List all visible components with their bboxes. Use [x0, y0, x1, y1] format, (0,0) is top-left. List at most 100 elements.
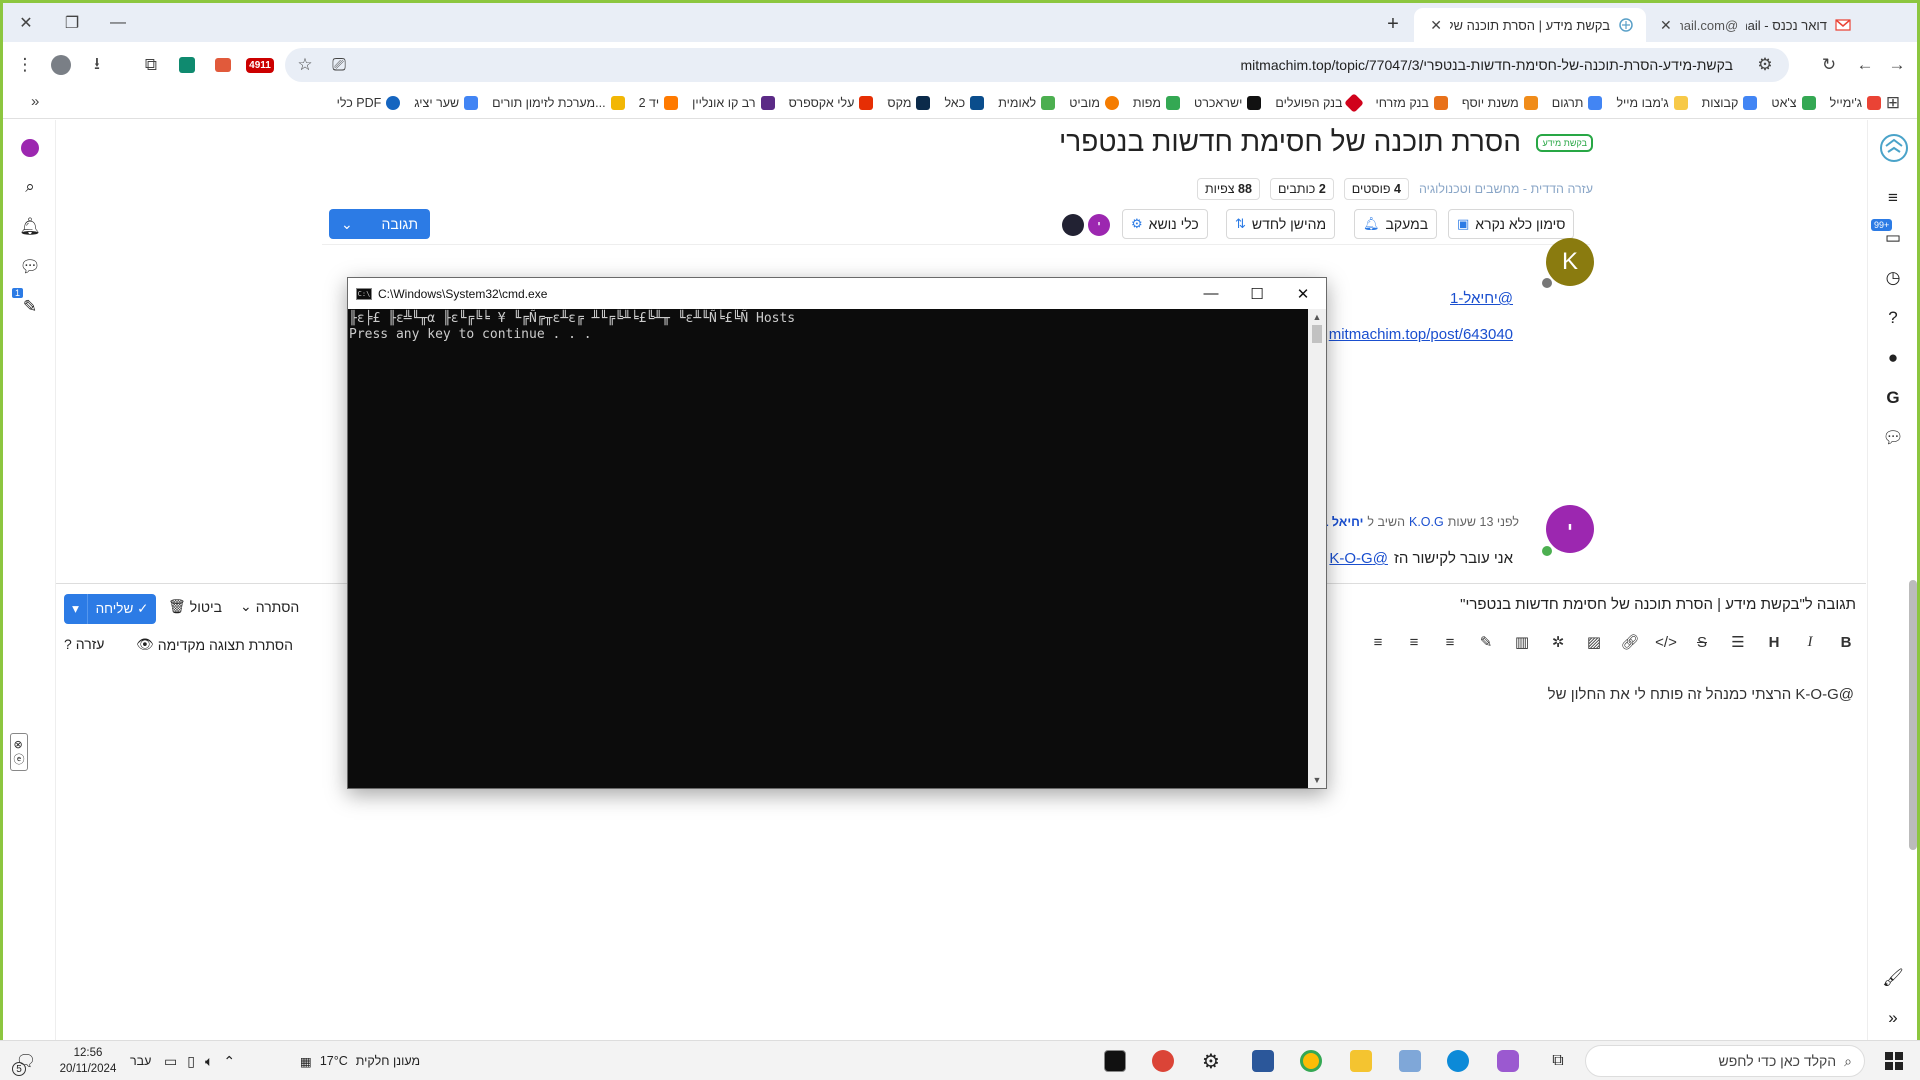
bookmark-star-icon[interactable]: ☆	[291, 51, 319, 79]
battery-icon[interactable]: ▯	[187, 1053, 195, 1070]
mark-unread-button[interactable]: ▣ סימון כלא נקרא	[1448, 209, 1575, 239]
cmd-title-bar[interactable]: C:\ C:\Windows\System32\cmd.exe — ☐ ✕	[348, 278, 1326, 309]
taskbar-word[interactable]	[1243, 1045, 1283, 1077]
send-button[interactable]: ✓ שליחה ▾	[64, 594, 156, 624]
close-tab-icon[interactable]: ✕	[1660, 17, 1672, 34]
weather-widget[interactable]: ▦ 17°C מעונן חלקית	[300, 1041, 420, 1080]
minimize-icon[interactable]: —	[1188, 278, 1234, 309]
close-icon[interactable]: ✕	[1280, 278, 1326, 309]
reply-button[interactable]: ⌄ תגובה	[329, 209, 430, 239]
tab-gmail[interactable]: דואר נכנס - Gmail @gmail.com ✕	[1648, 8, 1863, 42]
emoji-icon[interactable]: ✲	[1548, 632, 1568, 652]
site-logo-icon[interactable]	[1878, 132, 1910, 164]
bookmark-mizrahi[interactable]: בנק מזרחי	[1375, 96, 1448, 110]
post-author-name[interactable]: יחיאל 1	[1321, 515, 1363, 529]
participant-avatar[interactable]: י	[1088, 214, 1110, 236]
mention-link[interactable]: @יחיאל-1	[1450, 290, 1513, 307]
clock-icon[interactable]: ◷	[1881, 266, 1905, 290]
category-link[interactable]: עזרה הדדית - מחשבים וטכנולוגיה	[1419, 182, 1593, 196]
bookmark-isracard[interactable]: ישראכרט	[1194, 96, 1262, 110]
page-scrollbar[interactable]	[1909, 580, 1917, 850]
cmd-window[interactable]: C:\ C:\Windows\System32\cmd.exe — ☐ ✕ ╟ε…	[347, 277, 1327, 789]
comments-icon[interactable]: 💬︎	[1881, 426, 1905, 450]
lang-indicator[interactable]: עבר	[130, 1041, 151, 1080]
bookmark-chat[interactable]: צ'אט	[1771, 96, 1816, 110]
post-author-avatar[interactable]: י	[1546, 505, 1594, 553]
bookmark-aliexpress[interactable]: עלי אקספרס	[789, 96, 874, 110]
help-icon[interactable]: ?	[1881, 306, 1905, 330]
bookmark-leumit[interactable]: לאומית	[998, 96, 1056, 110]
list-icon[interactable]: ☰	[1728, 632, 1748, 652]
bookmark-maps[interactable]: מפות	[1133, 96, 1181, 110]
minimize-window-button[interactable]: —	[95, 3, 141, 42]
task-view-icon[interactable]: ⧉	[1538, 1045, 1578, 1077]
address-bar[interactable]: ☆ ⎚ mitmachim.top/topic/77047/3/בקשת-מיד…	[285, 48, 1789, 82]
participant-avatar[interactable]	[1062, 214, 1084, 236]
close-tab-icon[interactable]: ✕	[1430, 17, 1442, 34]
new-tab-button[interactable]: +	[1381, 12, 1405, 36]
volume-icon[interactable]: 🔈︎	[205, 1053, 213, 1070]
bookmark-yad2[interactable]: יד 2	[639, 96, 679, 110]
chevron-up-icon[interactable]: ⌃	[223, 1053, 235, 1070]
bookmark-max[interactable]: מקס	[887, 96, 931, 110]
hide-button[interactable]: ⌄ הסתרה	[240, 598, 299, 615]
pen-icon[interactable]: ✎	[1476, 632, 1496, 652]
hide-preview-button[interactable]: 👁︎ הסתרת תצוגה מקדימה	[136, 636, 293, 653]
post-author-avatar[interactable]: K	[1546, 238, 1594, 286]
brush-icon[interactable]: 🖌︎	[1881, 966, 1905, 990]
clock[interactable]: 12:56 20/11/2024	[58, 1045, 118, 1077]
profile-avatar[interactable]	[47, 51, 75, 79]
cast-icon[interactable]: ⎚	[325, 51, 353, 79]
search-icon[interactable]: ⌕	[18, 175, 42, 199]
chevron-down-icon[interactable]: ▾	[64, 594, 88, 624]
sort-button[interactable]: ⇅ מהישן לחדש	[1226, 209, 1336, 239]
taskbar-explorer[interactable]	[1341, 1045, 1381, 1077]
bookmark-rav-kav[interactable]: רב קו אונליין	[692, 96, 775, 110]
extension-tab-icon[interactable]	[209, 51, 237, 79]
bookmark-appointments[interactable]: מערכת לזימון תורים...	[492, 96, 625, 110]
menu-icon[interactable]: ≡	[1881, 186, 1905, 210]
tracking-button[interactable]: 🔔︎ במעקב	[1354, 209, 1438, 239]
help-button[interactable]: ? עזרה	[64, 636, 104, 652]
expand-icon[interactable]: »	[1881, 1006, 1905, 1030]
bookmark-pdf-tools[interactable]: כלי PDF	[337, 96, 401, 110]
cmd-scrollbar[interactable]: ▲ ▼	[1308, 309, 1326, 788]
heading-icon[interactable]: H	[1764, 632, 1784, 652]
image-icon[interactable]: ▨	[1584, 632, 1604, 652]
restore-window-button[interactable]: ❐	[49, 3, 95, 42]
reload-icon[interactable]: ↻	[1815, 51, 1843, 79]
chart-icon[interactable]: ▥	[1512, 632, 1532, 652]
code-icon[interactable]: </>	[1655, 632, 1677, 652]
taskbar-copilot[interactable]	[1488, 1045, 1528, 1077]
post-link[interactable]: mitmachim.top/post/643040	[1329, 326, 1513, 343]
bell-icon[interactable]: 🔔︎	[18, 215, 42, 239]
align-left-icon[interactable]: ≡	[1440, 632, 1460, 652]
align-center-icon[interactable]: ≡	[1404, 632, 1424, 652]
scroll-thumb[interactable]	[1312, 325, 1322, 343]
bookmark-translate[interactable]: תרגום	[1552, 96, 1603, 110]
download-icon[interactable]: ⭳	[83, 51, 111, 79]
bookmark-rates[interactable]: שער יציג	[414, 96, 479, 110]
italic-icon[interactable]: I	[1800, 632, 1820, 652]
floating-widget-icon[interactable]: ⊗ ⓔ	[10, 733, 28, 771]
extensions-icon[interactable]: ⧉	[137, 51, 165, 79]
chat-bubble-icon[interactable]: 💬︎	[18, 255, 42, 279]
request-badge[interactable]: בקשת מידע	[1536, 134, 1593, 152]
scroll-up-icon[interactable]: ▲	[1308, 309, 1326, 325]
tab-mitmachim[interactable]: בקשת מידע | הסרת תוכנה של חסימת חדשות בנ…	[1414, 8, 1646, 42]
bold-icon[interactable]: B	[1836, 632, 1856, 652]
bookmark-groups[interactable]: קבוצות	[1702, 96, 1758, 110]
apps-grid-icon[interactable]: ⊞	[1879, 89, 1907, 117]
site-settings-icon[interactable]: ⚙	[1751, 51, 1779, 79]
align-right-icon[interactable]: ≡	[1368, 632, 1388, 652]
more-bookmarks-icon[interactable]: »	[31, 93, 39, 110]
taskbar-search[interactable]: ⌕ הקלד כאן כדי לחפש	[1585, 1045, 1865, 1077]
extension-green-icon[interactable]	[173, 51, 201, 79]
inbox-icon[interactable]: ▭	[1881, 226, 1905, 250]
bookmark-mishnat-yosef[interactable]: משנת יוסף	[1462, 96, 1538, 110]
bookmark-gmail[interactable]: ג'ימייל	[1830, 96, 1881, 110]
composer-body[interactable]: @K-O-G הרצתי כמנהל זה פותח לי את החלון ש…	[1548, 686, 1854, 703]
network-icon[interactable]: ▭	[164, 1053, 177, 1070]
cmd-output[interactable]: ╟ε╞£ ╟ε╩╙╥α ╟ε╙╔╚╘ ¥ ╙╔Ñ╔╥ε╨ε╔ ╨╙╔╚╨╘£╚╨…	[348, 309, 1308, 788]
google-icon[interactable]: G	[1881, 386, 1905, 410]
